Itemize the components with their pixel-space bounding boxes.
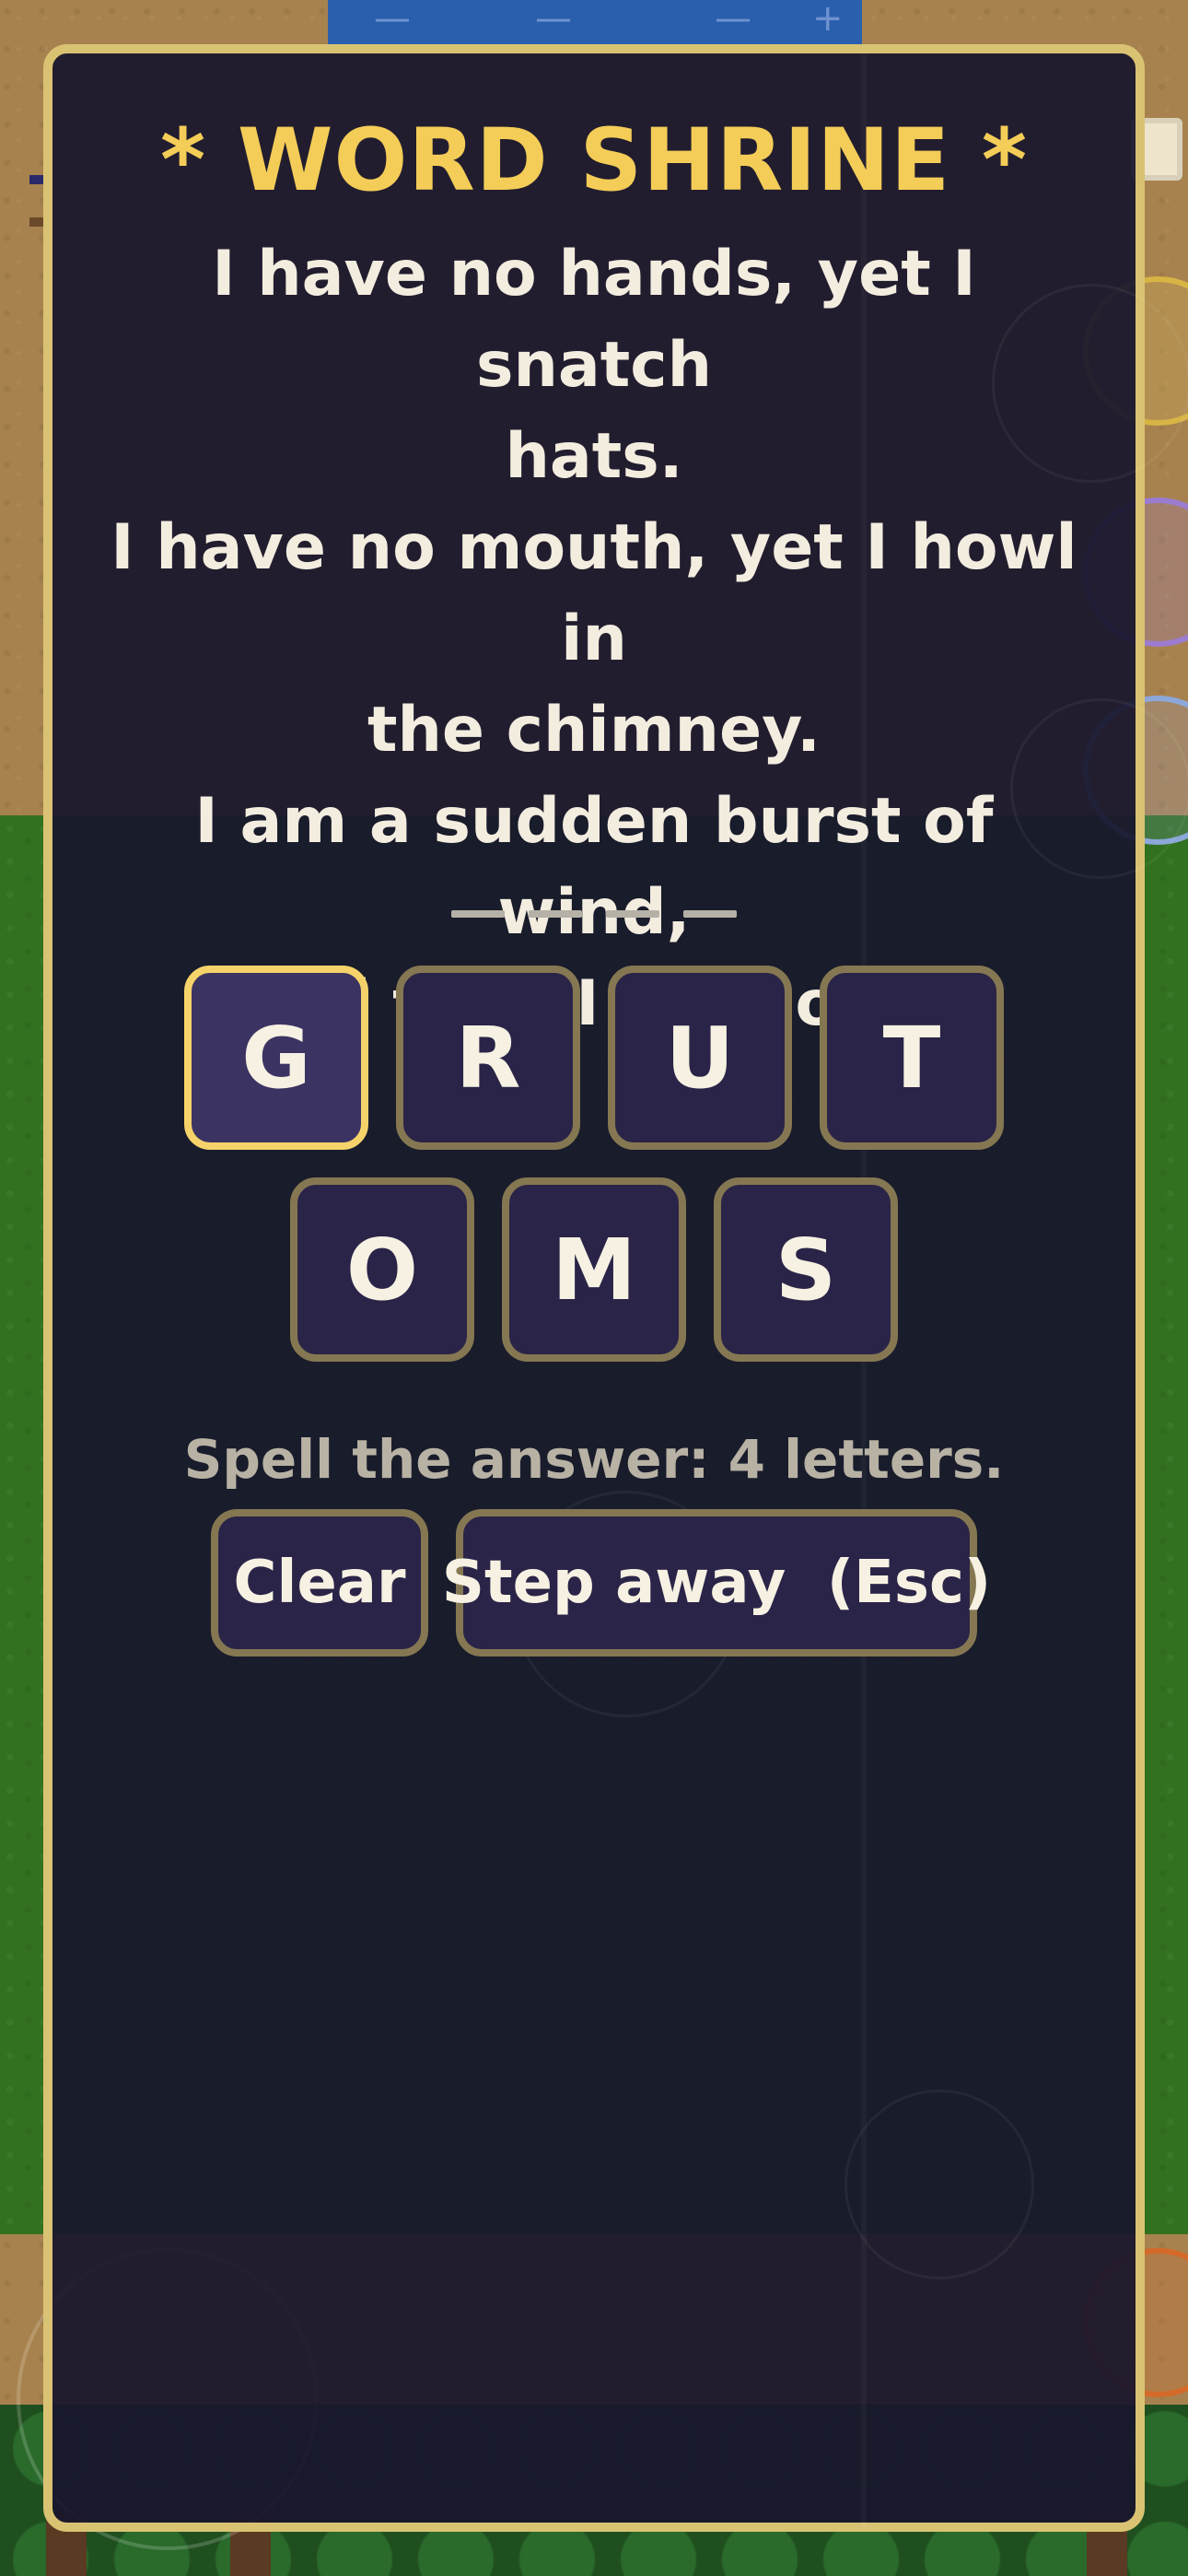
water-ripple-icon: — (715, 0, 751, 40)
step-away-button[interactable]: Step away (Esc) (442, 1509, 991, 1657)
riddle-line: hats. (505, 420, 683, 493)
hint-text: Spell the answer: 4 letters. (183, 1428, 1005, 1491)
word-shrine-dialog: * WORD SHRINE * I have no hands, yet I s… (43, 44, 1188, 2532)
game-scene: — — — + * WORD SHRINE * I have no hands,… (0, 0, 1188, 2576)
water-ripple-icon: — (535, 0, 572, 40)
answer-slot (606, 910, 659, 918)
water-plus-icon: + (812, 0, 844, 40)
letter-tile-o[interactable]: O (290, 1177, 474, 1362)
dialog-actions: Clear Step away (Esc) (52, 1509, 1136, 1657)
ghost-v-button (844, 2090, 1034, 2279)
answer-slot (451, 910, 505, 918)
dialog-title: * WORD SHRINE * (159, 111, 1029, 211)
water-ripple-icon: — (374, 0, 411, 40)
letter-tile-s[interactable]: S (714, 1177, 898, 1362)
riddle-text: I have no hands, yet I snatch hats. I ha… (108, 228, 1080, 1049)
riddle-line: the chimney. (367, 694, 821, 767)
clear-button[interactable]: Clear (211, 1509, 428, 1657)
answer-slot (529, 910, 582, 918)
riddle-line: I have no hands, yet I snatch (212, 238, 976, 402)
letter-tile-t[interactable]: T (820, 966, 1004, 1150)
letter-tile-m[interactable]: M (502, 1177, 686, 1362)
water-strip: — — — + (328, 0, 862, 48)
letter-tile-r[interactable]: R (396, 966, 580, 1150)
letter-tile-u[interactable]: U (608, 966, 792, 1150)
letter-row-2: O M S (52, 1177, 1136, 1362)
letter-row-1: G R U T (52, 966, 1136, 1150)
answer-slots (52, 910, 1136, 918)
riddle-line: I am a sudden burst of wind, (194, 785, 994, 949)
answer-slot (683, 910, 737, 918)
letter-tile-g[interactable]: G (184, 966, 368, 1150)
riddle-line: I have no mouth, yet I howl in (111, 511, 1077, 675)
